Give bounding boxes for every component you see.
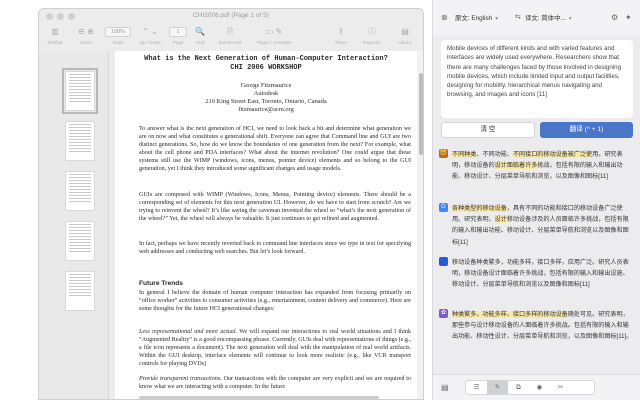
document-author: George Fitzmaurice (240, 82, 292, 89)
clear-button[interactable]: 清 空 (441, 122, 535, 138)
chevron-up-down-icon: ⌃ ⌄ (142, 27, 158, 36)
window-title: CHI2006.pdf (Page 1 of 5) (193, 12, 269, 19)
list-icon[interactable]: ☰ (466, 381, 487, 394)
section-heading: Future Trends (139, 280, 183, 287)
google-icon: G (439, 203, 448, 212)
page-thumbnail[interactable] (65, 271, 95, 311)
document-email: fitzmaurice@acm.org (238, 106, 294, 113)
translator-header: ⊗ 原文: English ▾ ⇆ 译文: 简体中... ▾ ⚙ ✦ (433, 0, 640, 36)
translation-text: 种类繁多、功能多样、接口多样的移动设备随处可见。研究表明，那些参与设计移动设备的… (452, 311, 633, 341)
search-icon: 🔍 (195, 27, 205, 36)
translation-text: 不同种类、不同功能、不同接口的移动设备被广泛使用。研究表明，移动设备的设计面临着… (452, 151, 623, 181)
paragraph: To answer what is the next generation of… (139, 126, 411, 173)
cat-engine-icon: 🐱 (439, 149, 448, 158)
settings-icon[interactable]: ⚙ (611, 13, 618, 23)
horizontal-scrollbar[interactable] (139, 396, 379, 399)
ai-engine-icon: ✿ (439, 309, 448, 318)
scissors-icon[interactable]: ✂ (550, 381, 571, 394)
target-language-select[interactable]: 译文: 简体中... ▾ (525, 13, 572, 24)
scrollbar-thumb[interactable] (419, 73, 423, 155)
pages-annotate-buttons[interactable]: ▭ ✎ Pages / Annotate (251, 25, 297, 51)
title-bar: CHI2006.pdf (Page 1 of 5) (39, 9, 423, 25)
page-thumbnail[interactable] (65, 121, 95, 161)
document-subtitle: CHI 2006 WORKSHOP (230, 64, 302, 72)
paragraph: GUIs are composed with WIMP (Windows, Ic… (139, 192, 411, 223)
vertical-scrollbar[interactable] (417, 51, 423, 399)
baidu-icon: 🐾 (439, 257, 448, 266)
pdf-viewer-window: CHI2006.pdf (Page 1 of 5) ▥ Sidebar ⊖ ⊕ … (38, 8, 424, 400)
inspector-button[interactable]: ⓘ Inspector (357, 25, 387, 51)
share-button[interactable]: ⇪ Share (329, 25, 353, 51)
paragraph: In general I believe the domain of human… (139, 290, 411, 313)
tool-group: ☰ ✎ ⧉ ◉ ✂ (465, 380, 595, 395)
close-icon[interactable]: ⊗ (441, 13, 448, 23)
paragraph: Provide transparent transactions. Our tr… (139, 376, 411, 391)
document-address: 210 King Street East, Toronto, Ontario, … (205, 98, 327, 105)
page-thumbnail[interactable] (62, 68, 98, 114)
copy-icon[interactable]: ⧉ (508, 381, 529, 394)
scale-field[interactable]: 108% Scale (105, 25, 131, 51)
page-thumbnail[interactable] (65, 221, 95, 261)
thumbnail-sidebar (39, 51, 109, 399)
pdf-page: What is the Next Generation of Human-Com… (115, 51, 417, 399)
find-button[interactable]: 🔍 Find (191, 25, 209, 51)
document-affiliation: Autodesk (253, 90, 279, 97)
sidebar-icon: ▥ (51, 27, 59, 36)
sidebar-toggle-button[interactable]: ▥ Sidebar (43, 25, 67, 51)
source-text-input[interactable]: Mobile devices of different kinds and wi… (441, 40, 633, 118)
zoom-icon: ⊖ ⊕ (78, 27, 94, 36)
paragraph: Less representational and more actual. W… (139, 329, 411, 368)
translation-text: 各种类型的移动设备，具有不同的功能和接口的移动设备广泛使用。研究表明，设计移动设… (452, 205, 629, 246)
source-language-select[interactable]: 原文: English ▾ (455, 13, 498, 24)
translation-text: 移动设备种类繁多，功能多样，接口多样，应用广泛。研究人员表明，移动设备设计面临着… (452, 259, 629, 289)
edit-icon[interactable]: ✎ (487, 381, 508, 394)
library-icon: ▤ (401, 27, 409, 36)
pdf-toolbar: ▥ Sidebar ⊖ ⊕ Zoom 108% Scale ⌃ ⌄ Up / D… (39, 25, 423, 51)
pin-icon[interactable]: ✦ (625, 13, 632, 23)
zoom-buttons[interactable]: ⊖ ⊕ Zoom (71, 25, 101, 51)
page-field[interactable]: 1 Page (169, 25, 187, 51)
info-icon: ⓘ (368, 27, 376, 36)
target-icon[interactable]: ◉ (529, 381, 550, 394)
translator-bottom-bar: ▤ ☰ ✎ ⧉ ◉ ✂ (433, 374, 640, 400)
library-button[interactable]: ▤ Library (391, 25, 419, 51)
annotate-icon: ▭ ✎ (265, 27, 283, 36)
page-thumbnail[interactable] (65, 171, 95, 211)
document-icon: 🗎 (226, 27, 234, 36)
extract-text-button[interactable]: 🗎 Extract text (213, 25, 247, 51)
screenshot-icon[interactable]: ▤ (441, 383, 449, 393)
page-up-down-buttons[interactable]: ⌃ ⌄ Up / Down (135, 25, 165, 51)
translate-button[interactable]: 翻译 (^ + 1) (540, 122, 633, 138)
swap-languages-icon[interactable]: ⇆ (515, 13, 521, 21)
paragraph: In fact, perhaps we have recently revert… (139, 241, 411, 256)
share-icon: ⇪ (337, 27, 345, 36)
page-number[interactable]: 1 (169, 27, 187, 37)
scale-value[interactable]: 108% (105, 27, 131, 37)
document-title: What is the Next Generation of Human-Com… (144, 55, 388, 63)
translator-panel: ⊗ 原文: English ▾ ⇆ 译文: 简体中... ▾ ⚙ ✦ Mobile … (432, 0, 640, 400)
